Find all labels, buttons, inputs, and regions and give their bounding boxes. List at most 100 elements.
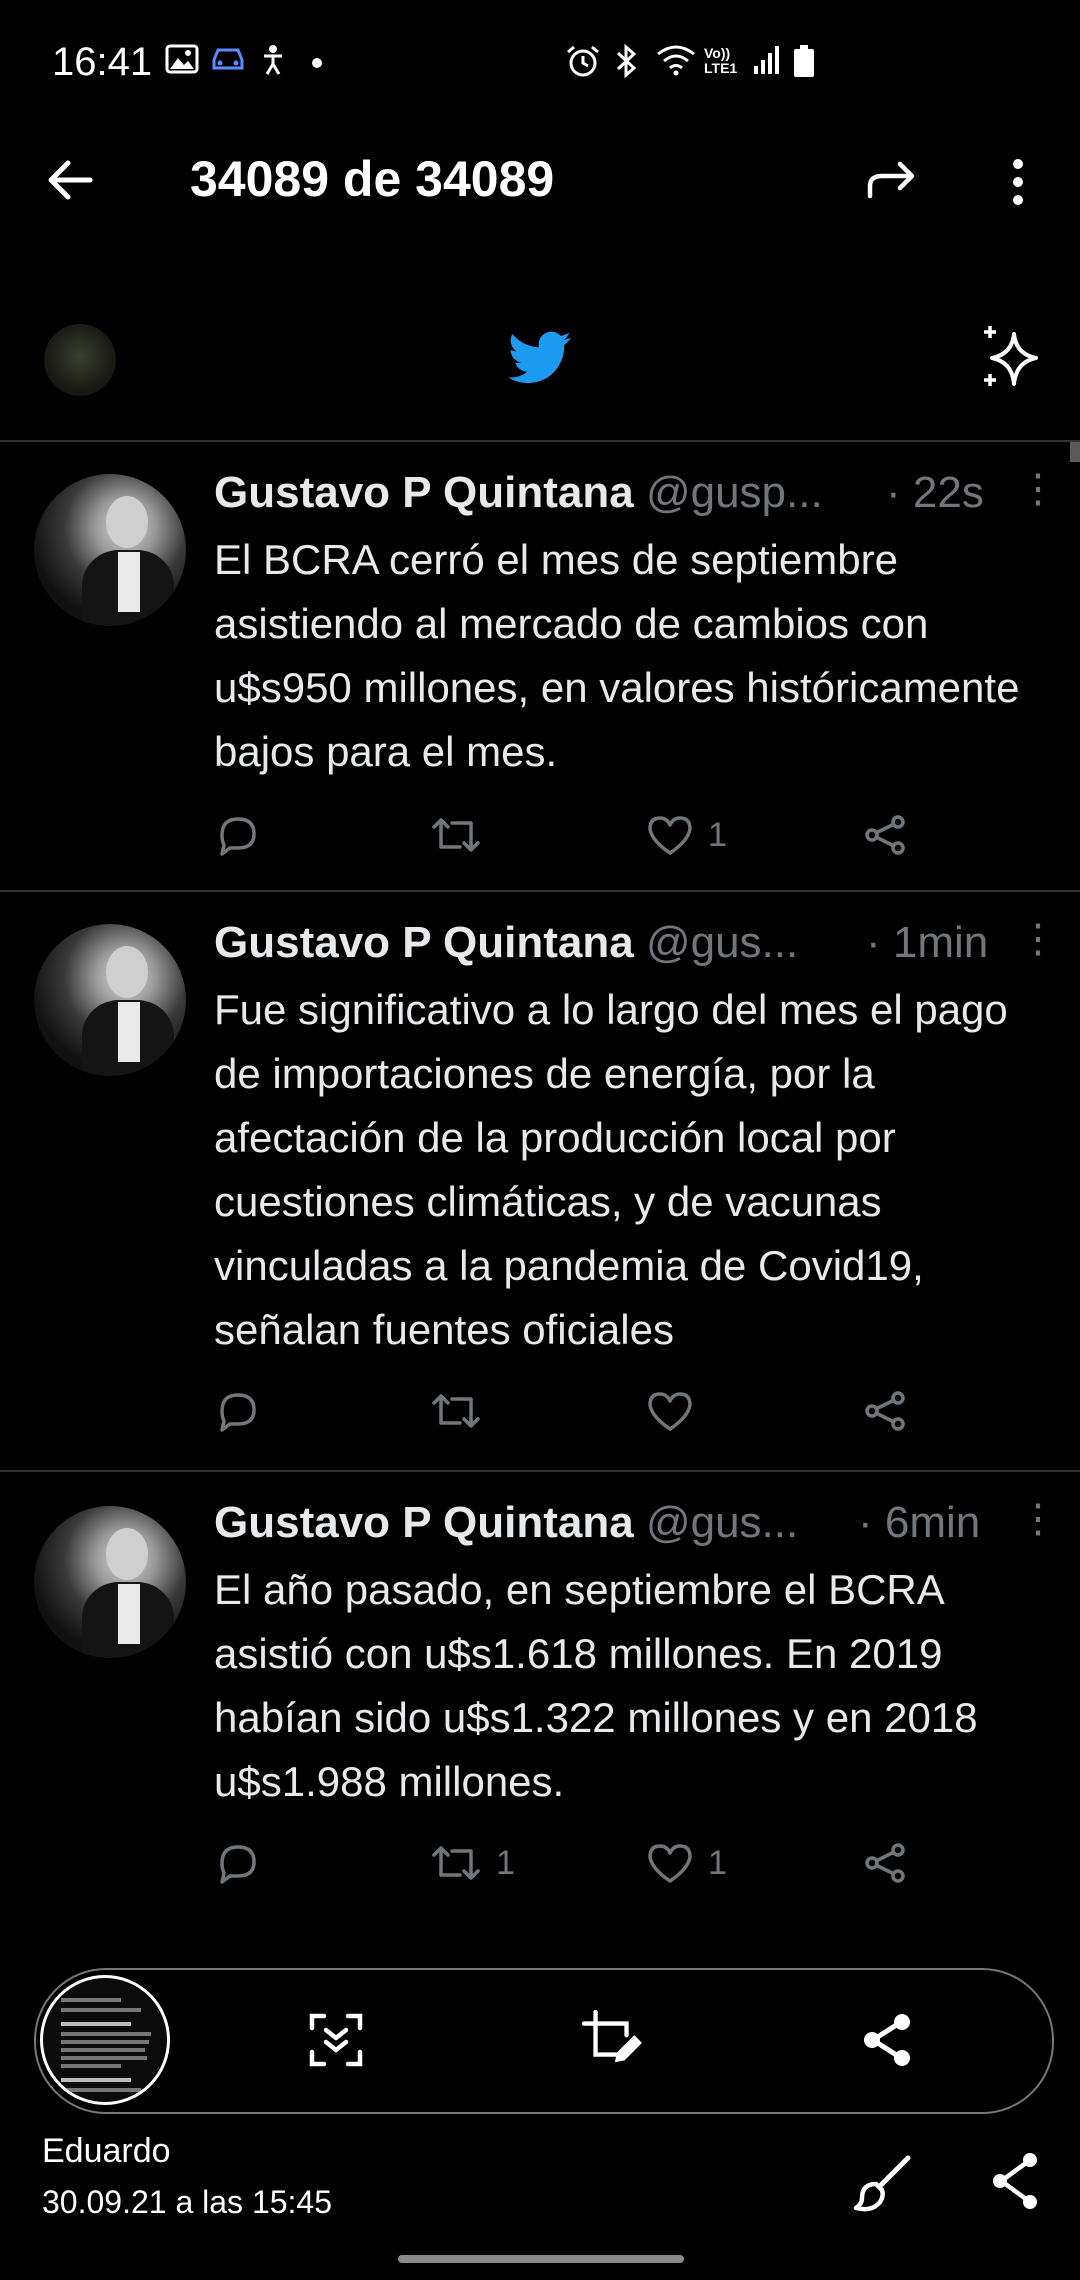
- like-button[interactable]: [646, 1386, 708, 1436]
- tweet-header: Gustavo P Quintana @gus...: [214, 918, 798, 968]
- tweet-header: Gustavo P Quintana @gus...: [214, 1498, 798, 1548]
- twitter-bird-icon[interactable]: [508, 330, 572, 386]
- more-options-icon[interactable]: [1008, 158, 1028, 206]
- heart-icon: [648, 1392, 692, 1431]
- volte-icon: Vo)) LTE1: [704, 46, 737, 76]
- avatar-face: [106, 1528, 148, 1580]
- forward-icon[interactable]: [866, 160, 918, 200]
- image-counter: 34089 de 34089: [190, 151, 555, 207]
- like-count: 1: [708, 815, 727, 854]
- reply-icon: [220, 1393, 256, 1432]
- thumbnail-line: [61, 2032, 151, 2036]
- reply-icon: [220, 1845, 256, 1884]
- car-icon: [212, 48, 244, 70]
- tweet-time[interactable]: · 6min: [858, 1498, 980, 1548]
- reply-button[interactable]: [214, 1838, 274, 1888]
- tweet-more-icon[interactable]: ⋮: [1018, 466, 1058, 512]
- author-name[interactable]: Gustavo P Quintana: [214, 1498, 634, 1547]
- avatar-shirt: [118, 552, 140, 612]
- heart-icon: [648, 816, 692, 855]
- avatar-shirt: [118, 1584, 140, 1644]
- author-name[interactable]: Gustavo P Quintana: [214, 468, 634, 517]
- like-count: 1: [708, 1843, 727, 1882]
- tweet-text: Fue significativo a lo largo del mes el …: [214, 986, 1008, 1353]
- crop-edit-icon[interactable]: [582, 2010, 642, 2070]
- thumbnail-line: [61, 2078, 131, 2082]
- tweet-text: El año pasado, en septiembre el BCRA asi…: [214, 1566, 978, 1805]
- tweet-more-icon[interactable]: ⋮: [1018, 1496, 1058, 1542]
- image-icon: [165, 44, 199, 74]
- accessibility-icon: [264, 45, 282, 75]
- signal-icon: [754, 46, 779, 74]
- tweet[interactable]: Gustavo P Quintana @gus... · 1min ⋮ Fue …: [0, 892, 1080, 1472]
- thumbnail-line: [61, 1998, 121, 2002]
- volte-label-bottom: LTE1: [704, 60, 738, 76]
- thumbnail-line: [61, 2064, 121, 2068]
- tweet-header: Gustavo P Quintana @gusp...: [214, 468, 823, 518]
- retweet-count: 1: [496, 1843, 515, 1882]
- author-avatar[interactable]: [34, 474, 186, 626]
- like-button[interactable]: 1: [646, 1838, 727, 1888]
- capture-datetime: 30.09.21 a las 15:45: [42, 2184, 333, 2220]
- like-button[interactable]: 1: [646, 810, 727, 860]
- thumbnail-line: [61, 2040, 149, 2044]
- author-handle[interactable]: @gusp...: [646, 468, 823, 517]
- share-button[interactable]: [862, 1386, 910, 1436]
- brush-icon[interactable]: [852, 2152, 914, 2214]
- wifi-icon: [657, 45, 695, 76]
- tweet-actions: [214, 1386, 934, 1436]
- thumbnail-line: [61, 2022, 131, 2026]
- retweet-icon: [432, 1846, 480, 1880]
- share-icon[interactable]: [858, 2010, 918, 2070]
- user-avatar[interactable]: [44, 324, 116, 396]
- avatar-face: [106, 496, 148, 548]
- share-icon[interactable]: [988, 2150, 1044, 2212]
- volte-label-top: Vo)): [704, 45, 731, 61]
- share-icon: [865, 815, 905, 855]
- author-handle[interactable]: @gus...: [646, 1498, 798, 1547]
- thumbnail-preview[interactable]: [40, 1975, 170, 2105]
- share-button[interactable]: [862, 810, 910, 860]
- dot-icon: [312, 58, 322, 68]
- thumbnail-line: [61, 2056, 147, 2060]
- bluetooth-icon: [616, 44, 637, 78]
- retweet-icon: [432, 818, 480, 852]
- author-avatar[interactable]: [34, 924, 186, 1076]
- back-arrow-icon[interactable]: [46, 158, 94, 202]
- author-name[interactable]: Gustavo P Quintana: [214, 918, 634, 967]
- scroll-capture-icon[interactable]: [306, 2010, 366, 2070]
- share-icon: [865, 1391, 905, 1431]
- heart-icon: [648, 1844, 692, 1883]
- thumbnail-line: [61, 2048, 145, 2052]
- tweet-time[interactable]: · 22s: [886, 468, 984, 518]
- thumbnail-line: [61, 2088, 141, 2092]
- tweet-time[interactable]: · 1min: [866, 918, 988, 968]
- share-button[interactable]: [862, 1838, 910, 1888]
- avatar-face: [106, 946, 148, 998]
- reply-icon: [220, 817, 256, 856]
- tweet[interactable]: Gustavo P Quintana @gusp... · 22s ⋮ El B…: [0, 442, 1080, 892]
- tweet-actions: 1 1: [214, 1838, 934, 1888]
- alarm-icon: [567, 45, 599, 77]
- author-name: Eduardo: [42, 2132, 171, 2170]
- retweet-button[interactable]: 1: [430, 1838, 515, 1888]
- retweet-icon: [432, 1394, 480, 1428]
- sparkle-icon[interactable]: [978, 324, 1048, 392]
- author-handle[interactable]: @gus...: [646, 918, 798, 967]
- reply-button[interactable]: [214, 810, 274, 860]
- avatar-shirt: [118, 1002, 140, 1062]
- share-icon: [865, 1843, 905, 1883]
- status-bar: 16:41 Vo)) LTE1: [0, 0, 1080, 130]
- reply-button[interactable]: [214, 1386, 274, 1436]
- tweet-actions: 1: [214, 810, 934, 860]
- author-avatar[interactable]: [34, 1506, 186, 1658]
- battery-icon: [794, 45, 814, 77]
- tweet[interactable]: Gustavo P Quintana @gus... · 6min ⋮ El a…: [0, 1472, 1080, 1912]
- retweet-button[interactable]: [430, 810, 496, 860]
- tweet-text: El BCRA cerró el mes de septiembre asist…: [214, 536, 1020, 775]
- home-indicator[interactable]: [398, 2255, 684, 2263]
- thumbnail-line: [61, 2008, 141, 2012]
- tweet-more-icon[interactable]: ⋮: [1018, 916, 1058, 962]
- clock: 16:41: [52, 40, 153, 84]
- retweet-button[interactable]: [430, 1386, 496, 1436]
